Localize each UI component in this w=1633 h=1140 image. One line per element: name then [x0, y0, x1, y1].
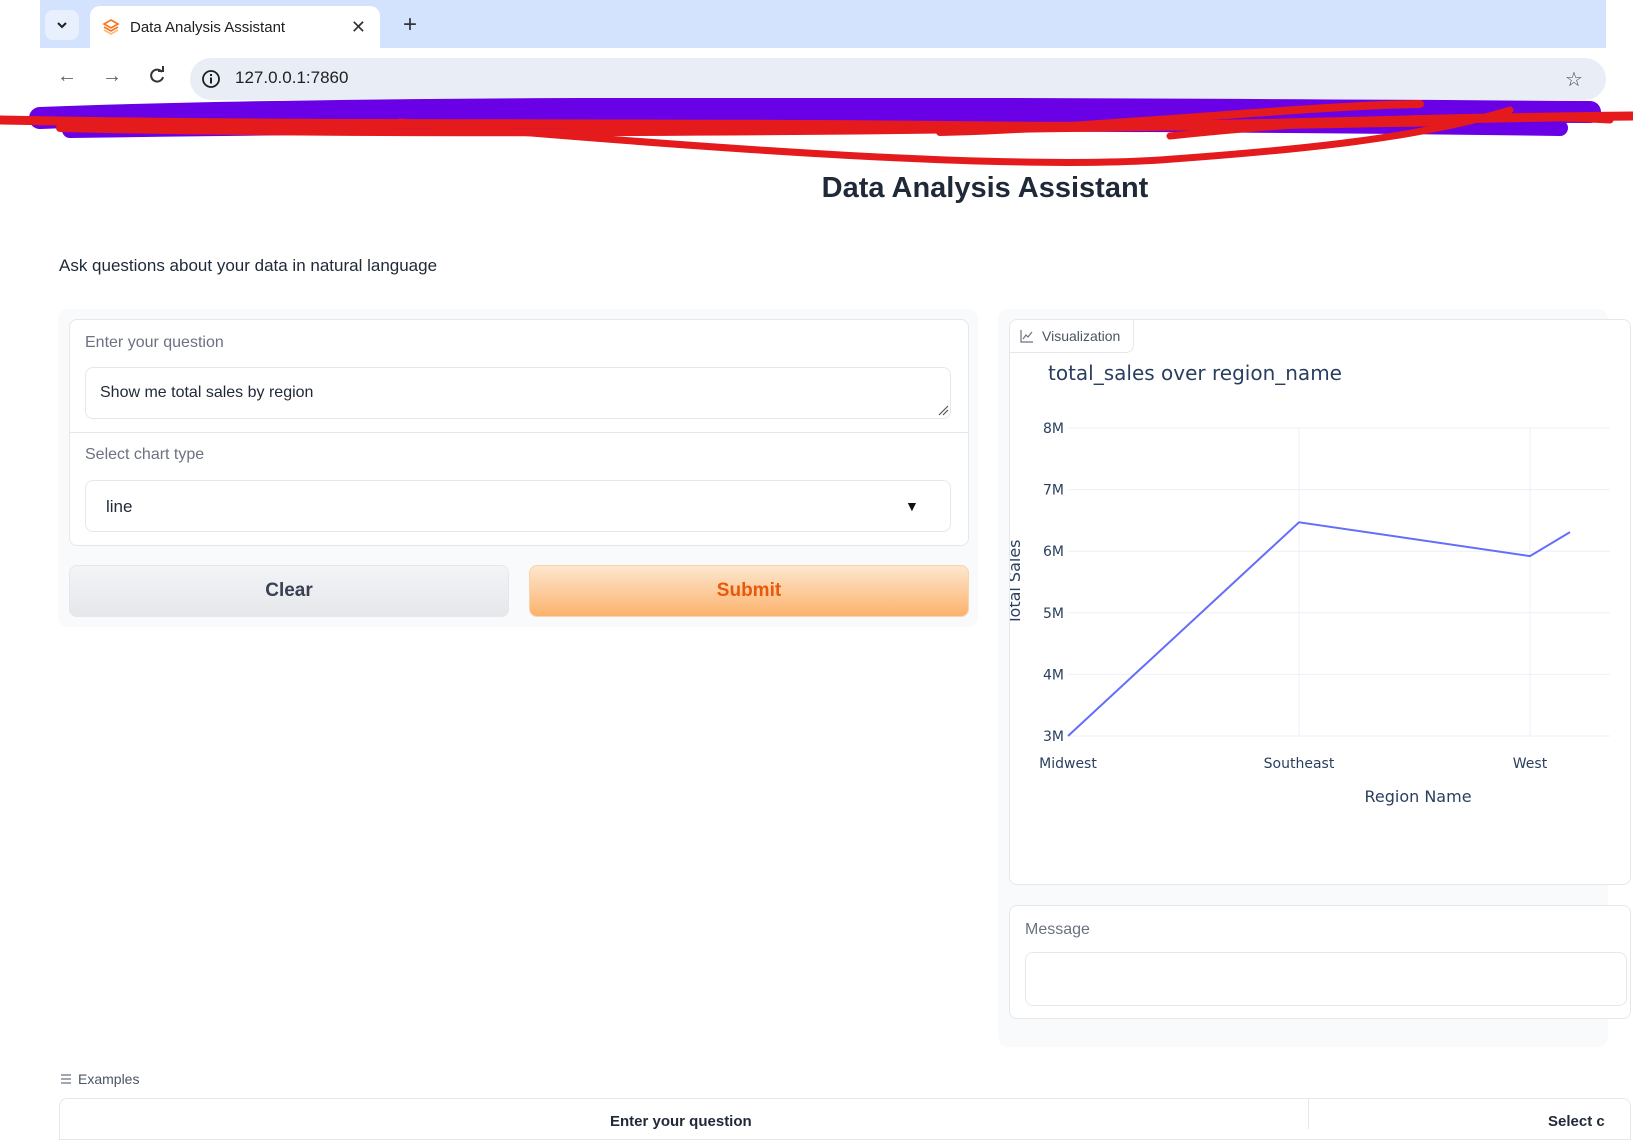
examples-label: Examples — [78, 1071, 140, 1087]
question-label: Enter your question — [85, 334, 224, 351]
series-line — [1067, 521, 1571, 737]
submit-button[interactable]: Submit — [529, 565, 969, 617]
x-tick-label: Southeast — [1264, 756, 1335, 772]
close-icon[interactable]: ✕ — [351, 17, 366, 38]
bookmark-star-icon[interactable]: ☆ — [1565, 67, 1583, 92]
chart-type-select[interactable]: line — [85, 480, 951, 532]
message-output[interactable] — [1025, 952, 1627, 1006]
y-tick-label: 4M — [1043, 667, 1064, 683]
clear-button[interactable]: Clear — [69, 565, 509, 617]
dropdown-arrow-icon[interactable]: ▼ — [905, 498, 919, 514]
tab-title: Data Analysis Assistant — [130, 18, 286, 36]
gradio-favicon-icon — [102, 19, 120, 35]
site-info-icon[interactable] — [200, 68, 222, 90]
y-tick-label: 7M — [1043, 483, 1064, 499]
y-tick-label: 6M — [1043, 544, 1064, 560]
reload-icon[interactable] — [145, 64, 169, 88]
resize-grip-icon[interactable] — [937, 404, 949, 416]
back-arrow-icon[interactable]: ← — [55, 64, 79, 88]
question-input[interactable]: Show me total sales by region — [85, 367, 951, 419]
address-bar[interactable] — [190, 58, 1606, 100]
examples-header: Examples — [60, 1071, 139, 1087]
page-title: Data Analysis Assistant — [821, 172, 1149, 204]
visualization-label: Visualization — [1042, 328, 1121, 344]
chevron-down-icon — [57, 22, 67, 29]
x-tick-label: West — [1513, 756, 1548, 772]
examples-column-header: Enter your question — [610, 1113, 752, 1130]
redaction-scribble — [0, 98, 1633, 166]
chart-title: total_sales over region_name — [1048, 361, 1342, 385]
y-axis-label: Total Sales — [1010, 539, 1024, 625]
new-tab-plus-icon[interactable]: + — [395, 10, 425, 40]
chart-type-label: Select chart type — [85, 446, 205, 463]
form-divider — [69, 432, 969, 433]
chart-icon — [1020, 330, 1033, 343]
visualization-chip: Visualization — [1010, 320, 1134, 353]
browser-tab[interactable]: Data Analysis Assistant ✕ — [90, 6, 380, 48]
y-tick-label: 5M — [1043, 606, 1064, 622]
y-tick-label: 8M — [1043, 421, 1064, 437]
examples-table — [59, 1098, 1631, 1140]
x-tick-label: Midwest — [1039, 756, 1097, 772]
examples-column-header: Select c — [1548, 1113, 1605, 1130]
message-label: Message — [1025, 921, 1090, 938]
tab-search-button[interactable] — [45, 10, 79, 40]
list-icon — [61, 1074, 71, 1084]
line-chart: total_sales over region_name 3M 4M 5M 6M 7M 8… — [1010, 361, 1610, 806]
x-axis-label: Region Name — [1364, 787, 1471, 806]
y-tick-label: 3M — [1043, 729, 1064, 745]
address-url[interactable]: 127.0.0.1:7860 — [235, 68, 348, 88]
forward-arrow-icon[interactable]: → — [100, 64, 124, 88]
page-description: Ask questions about your data in natural… — [59, 256, 438, 275]
